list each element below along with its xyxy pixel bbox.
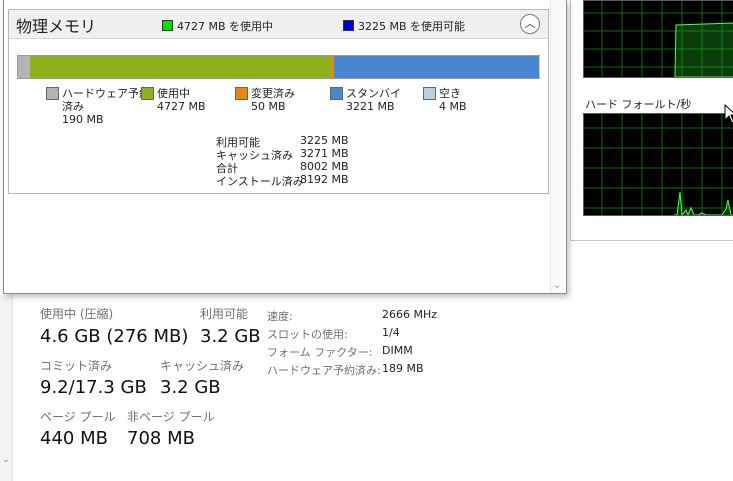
totals-installed-value: 8192 MB bbox=[300, 173, 349, 186]
legend-line: 190 MB bbox=[62, 113, 104, 126]
hardware-reserved-swatch bbox=[46, 87, 59, 100]
legend-line: 4727 MB bbox=[157, 100, 206, 113]
free-swatch bbox=[423, 87, 436, 100]
form-factor-label: フォーム ファクター: bbox=[267, 346, 373, 359]
cached-value: 3.2 GB bbox=[160, 377, 221, 398]
mouse-pointer-icon bbox=[724, 104, 733, 124]
legend-line: 3221 MB bbox=[346, 100, 395, 113]
in-use-value: 4.6 GB (276 MB) bbox=[40, 326, 189, 347]
memory-graph-svg bbox=[584, 1, 733, 78]
header-legend-available: 3225 MB を使用可能 bbox=[343, 18, 465, 34]
nonpaged-pool-value: 708 MB bbox=[127, 428, 195, 449]
in-use-color-swatch bbox=[162, 20, 173, 31]
slots-value: 1/4 bbox=[382, 326, 400, 339]
chevron-up-icon: ︿ bbox=[524, 17, 536, 30]
form-factor-value: DIMM bbox=[382, 344, 413, 357]
totals-installed-label: インストール済み bbox=[216, 175, 304, 188]
popup-scrollbar[interactable]: ⌄ bbox=[550, 0, 566, 293]
memory-composition-graph bbox=[583, 0, 733, 78]
available-color-swatch bbox=[343, 20, 354, 31]
legend-text: 使用中 4727 MB bbox=[157, 87, 206, 113]
memory-composition-bar bbox=[17, 55, 540, 79]
legend-text: 変更済み 50 MB bbox=[251, 87, 295, 113]
legend-line: スタンバイ bbox=[346, 87, 401, 100]
chevron-down-icon[interactable]: ⌄ bbox=[553, 280, 561, 291]
legend-line: 4 MB bbox=[439, 100, 467, 113]
paged-pool-value: 440 MB bbox=[40, 428, 108, 449]
hard-faults-graph bbox=[583, 113, 733, 217]
standby-swatch bbox=[330, 87, 343, 100]
totals-total-value: 8002 MB bbox=[300, 160, 349, 173]
legend-line: 変更済み bbox=[251, 87, 295, 100]
totals-cached-value: 3271 MB bbox=[300, 147, 349, 160]
legend-line: 済み bbox=[62, 100, 84, 113]
modified-swatch bbox=[235, 87, 248, 100]
cached-label: キャッシュ済み bbox=[160, 359, 245, 373]
bar-segment-standby bbox=[333, 56, 539, 78]
header-legend-in-use: 4727 MB を使用中 bbox=[162, 18, 273, 34]
nonpaged-pool-label: 非ページ プール bbox=[127, 410, 215, 424]
bar-segment-hardware-reserved bbox=[18, 56, 31, 78]
committed-value: 9.2/17.3 GB bbox=[40, 377, 147, 398]
hard-faults-svg bbox=[584, 114, 733, 217]
committed-label: コミット済み bbox=[40, 359, 113, 373]
physical-memory-panel: 物理メモリ 4727 MB を使用中 3225 MB を使用可能 ︿ ハードウェ… bbox=[8, 9, 549, 194]
legend-line: ハードウェア予約 bbox=[62, 87, 150, 100]
available-label: 利用可能 bbox=[200, 307, 249, 321]
left-edge-strip bbox=[0, 295, 13, 481]
in-use-swatch bbox=[141, 87, 154, 100]
header-legend-available-text: 3225 MB を使用可能 bbox=[358, 20, 466, 33]
legend-line: 空き bbox=[439, 87, 461, 100]
paged-pool-label: ページ プール bbox=[40, 410, 116, 424]
bar-segment-in-use bbox=[30, 56, 331, 78]
legend-text: ハードウェア予約 済み 190 MB bbox=[62, 87, 150, 126]
totals-available-value: 3225 MB bbox=[300, 134, 349, 147]
legend-text: 空き 4 MB bbox=[439, 87, 467, 113]
legend-line: 50 MB bbox=[251, 100, 286, 113]
legend-line: 使用中 bbox=[157, 87, 190, 100]
graph-panel: ハード フォールト/秒 bbox=[570, 0, 733, 241]
slots-label: スロットの使用: bbox=[267, 328, 348, 341]
speed-value: 2666 MHz bbox=[382, 308, 438, 321]
available-value: 3.2 GB bbox=[200, 326, 261, 347]
legend-text: スタンバイ 3221 MB bbox=[346, 87, 401, 113]
collapse-button[interactable]: ︿ bbox=[520, 14, 540, 34]
hw-reserved-label: ハードウェア予約済み: bbox=[267, 364, 381, 377]
header-legend-in-use-text: 4727 MB を使用中 bbox=[177, 20, 274, 33]
hw-reserved-value: 189 MB bbox=[382, 362, 424, 375]
chevron-down-icon[interactable]: ⌄ bbox=[0, 455, 12, 469]
speed-label: 速度: bbox=[267, 310, 293, 323]
in-use-label: 使用中 (圧縮) bbox=[40, 307, 114, 321]
physical-memory-title: 物理メモリ bbox=[16, 17, 97, 36]
physical-memory-popup: ⌄ 物理メモリ 4727 MB を使用中 3225 MB を使用可能 ︿ ハード… bbox=[3, 0, 567, 294]
hard-faults-title: ハード フォールト/秒 bbox=[585, 98, 692, 111]
physical-memory-header: 物理メモリ 4727 MB を使用中 3225 MB を使用可能 ︿ bbox=[9, 10, 548, 39]
